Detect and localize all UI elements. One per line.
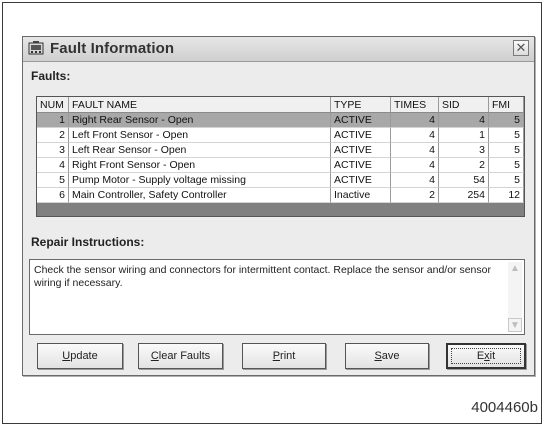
fault-row-2-num[interactable]: 2 — [37, 128, 69, 143]
save-button-mnemonic: S — [374, 350, 382, 362]
column-header-fmi[interactable]: FMI — [489, 97, 524, 113]
title-bar: Fault Information ✕ — [23, 37, 534, 62]
column-header-sid[interactable]: SID — [439, 97, 489, 113]
fault-row-4-times[interactable]: 4 — [391, 158, 439, 173]
page: Fault Information ✕ Faults: NUM FAULT NAM… — [0, 0, 544, 426]
fault-row-6-times[interactable]: 2 — [391, 188, 439, 203]
fault-row-6-fault-name[interactable]: Main Controller, Safety Controller — [69, 188, 331, 203]
repair-instructions-label: Repair Instructions: — [31, 235, 145, 249]
column-header-num[interactable]: NUM — [37, 97, 69, 113]
print-button-mnemonic: P — [272, 350, 281, 362]
update-button-label: pdate — [70, 350, 98, 362]
close-button[interactable]: ✕ — [513, 40, 529, 56]
fault-row-6-num[interactable]: 6 — [37, 188, 69, 203]
column-header-type[interactable]: TYPE — [331, 97, 391, 113]
fault-row-1-times[interactable]: 4 — [391, 113, 439, 128]
fault-row-2-type[interactable]: ACTIVE — [331, 128, 391, 143]
fault-row-3-fault-name[interactable]: Left Rear Sensor - Open — [69, 143, 331, 158]
fault-row-4-fault-name[interactable]: Right Front Sensor - Open — [69, 158, 331, 173]
fault-row-2-fault-name[interactable]: Left Front Sensor - Open — [69, 128, 331, 143]
fault-row-2-times[interactable]: 4 — [391, 128, 439, 143]
fault-row-1-fault-name[interactable]: Right Rear Sensor - Open — [69, 113, 331, 128]
fault-row-5-fmi[interactable]: 5 — [489, 173, 524, 188]
fault-information-dialog: Fault Information ✕ Faults: NUM FAULT NAM… — [22, 36, 535, 376]
fault-row-3-num[interactable]: 3 — [37, 143, 69, 158]
fault-row-1-sid[interactable]: 4 — [439, 113, 489, 128]
fault-row-3-sid[interactable]: 3 — [439, 143, 489, 158]
clear-faults-button[interactable]: Clear Faults — [138, 343, 223, 369]
update-button-mnemonic: U — [62, 350, 71, 362]
print-button-label: rint — [280, 350, 296, 362]
faults-grid: NUM FAULT NAME TYPE TIMES SID FMI 1 Right Rear … — [37, 97, 524, 203]
focus-rectangle — [451, 348, 521, 364]
repair-instructions-text-area[interactable]: Check the sensor wiring and connectors f… — [29, 259, 525, 335]
fault-row-5-type[interactable]: ACTIVE — [331, 173, 391, 188]
window-title: Fault Information — [50, 40, 175, 57]
clear-faults-button-label: lear Faults — [158, 350, 211, 362]
fault-row-4-num[interactable]: 4 — [37, 158, 69, 173]
fault-row-6-sid[interactable]: 254 — [439, 188, 489, 203]
figure-code: 4004460b — [471, 399, 538, 416]
update-button[interactable]: Update — [37, 343, 123, 369]
fault-row-1-fmi[interactable]: 5 — [489, 113, 524, 128]
fault-row-5-sid[interactable]: 54 — [439, 173, 489, 188]
fault-row-6-fmi[interactable]: 12 — [489, 188, 524, 203]
repair-scrollbar[interactable]: ▲ ▼ — [508, 262, 522, 332]
fault-row-4-fmi[interactable]: 5 — [489, 158, 524, 173]
column-header-times[interactable]: TIMES — [391, 97, 439, 113]
fault-row-2-sid[interactable]: 1 — [439, 128, 489, 143]
app-icon — [28, 41, 44, 55]
print-button[interactable]: Print — [242, 343, 326, 369]
scroll-down-icon[interactable]: ▼ — [508, 318, 522, 332]
exit-button[interactable]: Exit — [446, 343, 526, 369]
fault-row-3-type[interactable]: ACTIVE — [331, 143, 391, 158]
close-icon: ✕ — [515, 40, 527, 55]
column-header-fault-name[interactable]: FAULT NAME — [69, 97, 331, 113]
fault-row-3-times[interactable]: 4 — [391, 143, 439, 158]
fault-row-6-type[interactable]: Inactive — [331, 188, 391, 203]
fault-row-5-num[interactable]: 5 — [37, 173, 69, 188]
save-button[interactable]: Save — [345, 343, 429, 369]
fault-row-3-fmi[interactable]: 5 — [489, 143, 524, 158]
fault-row-4-type[interactable]: ACTIVE — [331, 158, 391, 173]
fault-row-1-num[interactable]: 1 — [37, 113, 69, 128]
faults-table[interactable]: NUM FAULT NAME TYPE TIMES SID FMI 1 Right Rear … — [36, 96, 525, 217]
clear-faults-button-mnemonic: C — [150, 350, 159, 362]
scroll-up-icon[interactable]: ▲ — [508, 262, 522, 276]
fault-row-1-type[interactable]: ACTIVE — [331, 113, 391, 128]
fault-row-2-fmi[interactable]: 5 — [489, 128, 524, 143]
fault-row-4-sid[interactable]: 2 — [439, 158, 489, 173]
faults-label: Faults: — [31, 69, 71, 83]
fault-row-5-fault-name[interactable]: Pump Motor - Supply voltage missing — [69, 173, 331, 188]
save-button-label: ave — [381, 350, 400, 362]
repair-instructions-text: Check the sensor wiring and connectors f… — [34, 264, 491, 289]
fault-row-5-times[interactable]: 4 — [391, 173, 439, 188]
